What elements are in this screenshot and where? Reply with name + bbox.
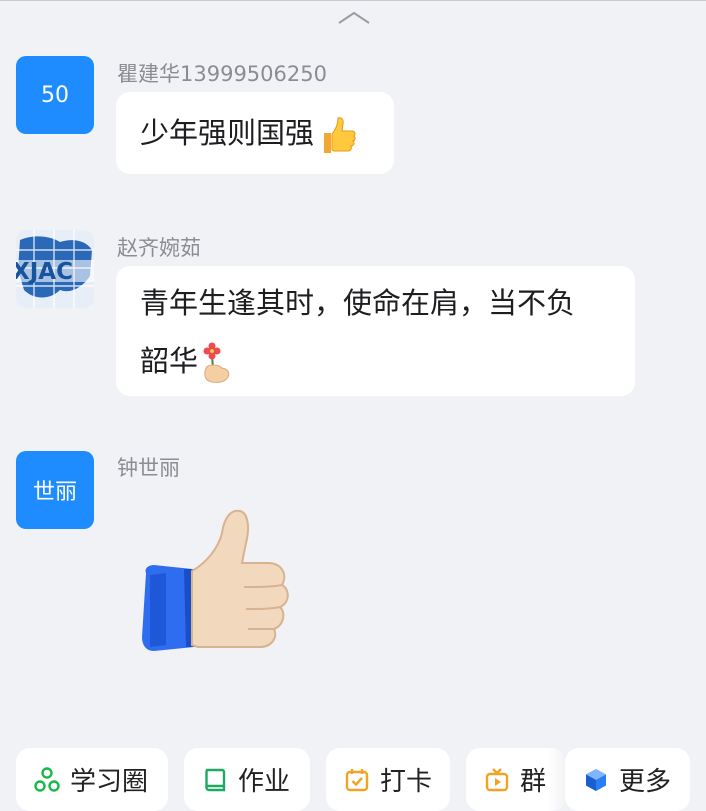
- xjac-logo-icon: XJAC: [16, 230, 94, 308]
- svg-text:XJAC: XJAC: [16, 259, 73, 285]
- chevron-up-icon[interactable]: [336, 10, 372, 26]
- thumbs-up-emoji-icon: [324, 117, 356, 153]
- study-circle-button[interactable]: 学习圈: [16, 748, 168, 811]
- message-text-line-2: 韶华: [140, 332, 611, 390]
- chat-screen: 50 瞿建华13999506250 少年强则国强 XJAC 赵齐婉茹 青年生逢其…: [0, 0, 706, 811]
- book-icon: [205, 768, 226, 791]
- message-text: 少年强则国强: [140, 116, 315, 150]
- calendar-check-icon: [345, 768, 369, 791]
- checkin-label: 打卡: [380, 767, 433, 797]
- avatar-label: 50: [41, 82, 69, 108]
- thumbs-up-sticker-icon[interactable]: [136, 505, 296, 655]
- study-circle-label: 学习圈: [70, 767, 149, 797]
- study-circle-icon: [34, 766, 60, 792]
- message-text-line: 青年生逢其时，使命在肩，当不负: [140, 286, 576, 320]
- avatar[interactable]: 50: [16, 56, 94, 134]
- more-button[interactable]: 更多: [565, 748, 690, 811]
- tv-play-icon: [485, 767, 509, 791]
- group-label: 群: [520, 767, 547, 797]
- avatar[interactable]: 世丽: [16, 451, 94, 529]
- hand-with-flower-emoji-icon: [203, 342, 230, 383]
- homework-label: 作业: [238, 767, 291, 797]
- avatar-label: 世丽: [32, 480, 77, 505]
- checkin-button[interactable]: 打卡: [326, 748, 450, 811]
- divider: [0, 0, 706, 1]
- homework-button[interactable]: 作业: [184, 748, 310, 811]
- more-label: 更多: [619, 767, 672, 797]
- bottom-toolbar: 学习圈 作业 打卡 群 更多: [0, 748, 706, 811]
- scroll-fade: [548, 748, 566, 811]
- message-bubble[interactable]: 青年生逢其时，使命在肩，当不负 韶华: [116, 266, 635, 396]
- message-bubble[interactable]: 少年强则国强: [116, 92, 394, 174]
- sender-name: 瞿建华13999506250: [117, 62, 327, 86]
- sender-name: 钟世丽: [117, 456, 180, 480]
- avatar[interactable]: XJAC: [16, 230, 94, 308]
- sender-name: 赵齐婉茹: [117, 236, 201, 260]
- cube-icon: [586, 768, 606, 791]
